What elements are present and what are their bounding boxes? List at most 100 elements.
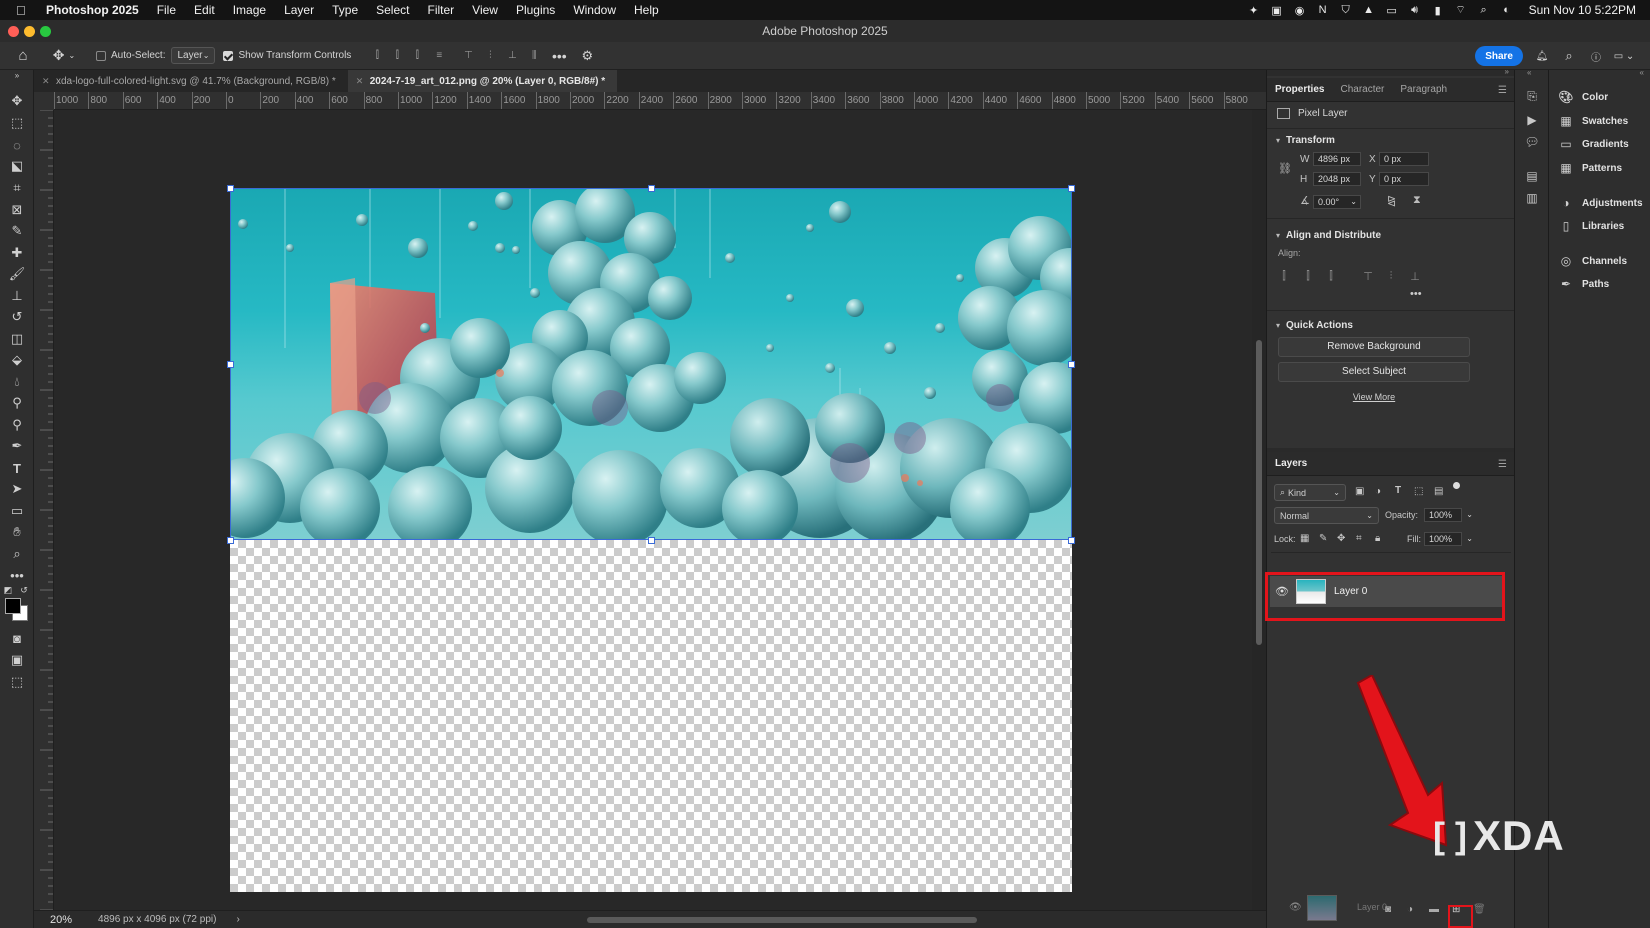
layer-row-layer-0[interactable]: 👁︎ Layer 0 (1270, 576, 1502, 607)
collapse-icon[interactable]: « (1527, 68, 1531, 77)
notion-icon[interactable]: N (1316, 4, 1330, 16)
display-icon[interactable]: ▭ (1385, 4, 1399, 17)
zoom-level[interactable]: 20% (50, 914, 72, 926)
panel-adjustments[interactable]: ◑ Adjustments (1559, 196, 1642, 210)
healing-brush-tool-icon[interactable]: ✚ (7, 243, 27, 263)
align-top-edges-icon[interactable]: ⊤ (457, 46, 479, 66)
lock-transparent-pixels-icon[interactable]: ▦ (1300, 533, 1309, 544)
lock-artboard-icon[interactable]: ⌗ (1356, 533, 1362, 544)
filter-smart-object-icon[interactable]: ▤ (1434, 486, 1443, 497)
panel-swatches[interactable]: ▦ Swatches (1559, 114, 1628, 128)
document-info[interactable]: 4896 px x 4096 px (72 ppi) (98, 914, 216, 925)
panel-paths[interactable]: ✒ Paths (1559, 277, 1609, 291)
collapse-panels-icon[interactable]: » (1505, 67, 1509, 76)
panel-color[interactable]: 🎨︎ Color (1558, 90, 1608, 104)
flip-horizontal-icon[interactable]: ⧎ (1387, 194, 1396, 207)
menu-type[interactable]: Type (332, 3, 358, 17)
filter-shape-icon[interactable]: ⬚ (1414, 486, 1423, 497)
home-icon[interactable]: ⌂ (0, 46, 46, 66)
menu-layer[interactable]: Layer (284, 3, 314, 17)
menu-select[interactable]: Select (376, 3, 409, 17)
link-dimensions-icon[interactable]: ⛓ (1278, 162, 1292, 175)
panel-gradients[interactable]: ▭ Gradients (1559, 137, 1628, 151)
lock-image-pixels-icon[interactable]: ✎ (1319, 533, 1327, 544)
transform-section-header[interactable]: ▾ Transform (1276, 135, 1335, 146)
search-icon[interactable]: ⌕ (1560, 46, 1578, 66)
quick-actions-section-header[interactable]: ▾ Quick Actions (1276, 320, 1353, 331)
generative-icon[interactable]: ⬚ (7, 672, 27, 692)
align-right-icon[interactable]: ⫿ (1325, 270, 1337, 282)
menu-plugins[interactable]: Plugins (516, 3, 555, 17)
visibility-eye-icon[interactable]: 👁︎ (1275, 585, 1289, 598)
more-options-icon[interactable]: ••• (545, 46, 573, 66)
transform-handle-top-left[interactable] (227, 185, 234, 192)
screen-mode-icon[interactable]: ▣ (7, 650, 27, 670)
help-icon[interactable]: ⓘ (1587, 46, 1605, 66)
x-field[interactable]: 0 px (1379, 152, 1429, 166)
brush-tool-icon[interactable]: 🖌︎ (7, 264, 27, 284)
fill-field[interactable]: 100% ⌄ (1424, 532, 1473, 546)
canvas-horizontal-scrollbar[interactable] (587, 917, 977, 923)
move-tool-icon[interactable]: ✥ (7, 91, 27, 111)
default-colors-icon[interactable]: ◩ (2, 584, 14, 596)
new-layer-icon[interactable]: ⊞ (1452, 904, 1460, 915)
transform-handle-right[interactable] (1068, 361, 1075, 368)
rectangle-tool-icon[interactable]: ▭ (7, 501, 27, 521)
close-tab-icon[interactable]: ✕ (42, 76, 50, 87)
scrollbar-thumb[interactable] (1256, 340, 1262, 645)
vertical-ruler[interactable] (34, 110, 54, 918)
spotlight-search-icon[interactable]: ⌕ (1477, 4, 1491, 16)
flip-vertical-icon[interactable]: ⧗ (1413, 194, 1421, 207)
transform-handle-bottom-left[interactable] (227, 537, 234, 544)
tab-character[interactable]: Character (1340, 84, 1384, 95)
panel-patterns[interactable]: ▦ Patterns (1559, 161, 1622, 175)
visibility-eye-icon[interactable]: 👁︎ (1289, 902, 1302, 913)
tab-properties[interactable]: Properties (1275, 84, 1324, 95)
marquee-tool-icon[interactable]: ⬚ (7, 113, 27, 133)
filter-toggle-icon[interactable] (1453, 482, 1460, 489)
blend-mode-dropdown[interactable]: Normal ⌄ (1274, 507, 1379, 524)
adjustment-layer-icon[interactable]: ◑ (1407, 904, 1413, 915)
show-transform-controls-checkbox[interactable]: Show Transform Controls (223, 46, 351, 66)
collapse-icon[interactable]: « (1640, 68, 1644, 77)
menu-help[interactable]: Help (634, 3, 659, 17)
layer-name[interactable]: Layer 0 (1334, 586, 1367, 597)
dodge-tool-icon[interactable]: ⚲ (7, 393, 27, 413)
filter-type-icon[interactable]: T (1395, 485, 1401, 496)
align-section-header[interactable]: ▾ Align and Distribute (1276, 230, 1381, 241)
move-tool-preset-icon[interactable]: ✥ ⌄ (46, 46, 82, 66)
align-bottom-edges-icon[interactable]: ⊥ (501, 46, 523, 66)
crop-tool-icon[interactable]: ⌗ (7, 178, 27, 198)
zoom-dodge-tool-icon[interactable]: ⚲ (7, 415, 27, 435)
align-horizontal-centers-icon[interactable]: ⫿ (387, 46, 407, 66)
share-button[interactable]: Share (1475, 46, 1523, 66)
panel-libraries[interactable]: ▯ Libraries (1559, 219, 1625, 233)
lock-position-icon[interactable]: ✥ (1337, 533, 1345, 544)
minimize-window-button[interactable] (24, 26, 35, 37)
remove-background-button[interactable]: Remove Background (1278, 337, 1470, 357)
lasso-tool-icon[interactable]: ◌ (7, 135, 27, 155)
pen-tool-icon[interactable]: ✒ (7, 436, 27, 456)
panel-menu-icon[interactable]: ☰ (1498, 85, 1507, 96)
opacity-field[interactable]: 100% ⌄ (1424, 508, 1473, 522)
layers-panel-menu-icon[interactable]: ☰ (1498, 459, 1507, 470)
transform-handle-top-right[interactable] (1068, 185, 1075, 192)
menubar-clock[interactable]: Sun Nov 10 5:22PM (1529, 3, 1636, 17)
align-left-icon[interactable]: ⫿ (1278, 270, 1290, 282)
menu-edit[interactable]: Edit (194, 3, 215, 17)
tab-document-2[interactable]: ✕ 2024-7-19_art_012.png @ 20% (Layer 0, … (347, 70, 618, 92)
new-group-icon[interactable]: ▬ (1429, 904, 1439, 915)
filter-pixel-icon[interactable]: ▣ (1355, 486, 1364, 497)
chevron-right-icon[interactable]: › (236, 914, 239, 925)
view-more-link[interactable]: View More (1267, 392, 1481, 402)
distribute-horizontal-icon[interactable]: ≡ (427, 46, 451, 66)
menu-view[interactable]: View (472, 3, 498, 17)
transform-handle-bottom-right[interactable] (1068, 537, 1075, 544)
object-selection-tool-icon[interactable]: ⬕ (7, 156, 27, 176)
y-field[interactable]: 0 px (1379, 172, 1429, 186)
battery-icon[interactable]: ▮ (1431, 4, 1445, 17)
align-vertical-centers-icon[interactable]: ⫶ (479, 46, 501, 66)
hand-tool-icon[interactable]: ✋︎ (7, 522, 27, 542)
add-layer-mask-icon[interactable]: ◙ (1385, 904, 1391, 915)
align-right-edges-icon[interactable]: ⫿ (407, 46, 427, 66)
